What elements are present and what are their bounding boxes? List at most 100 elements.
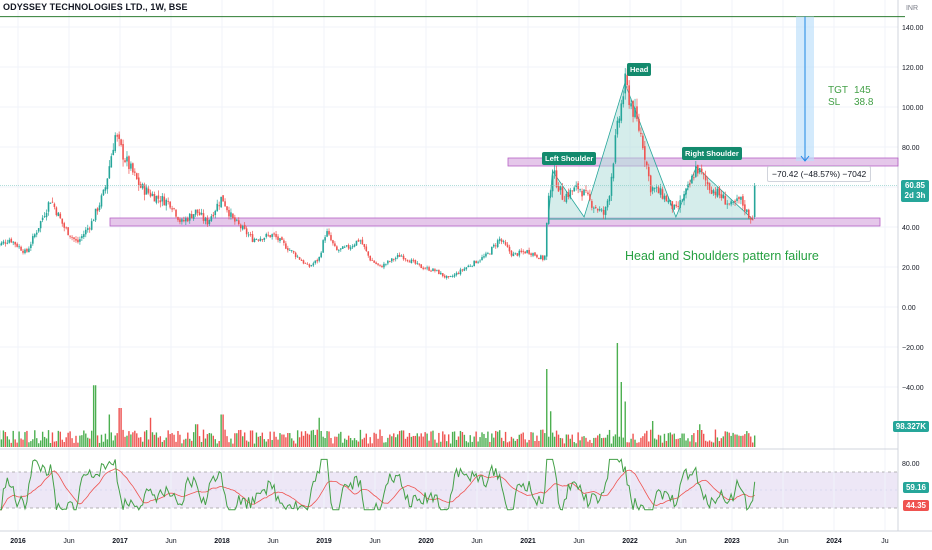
volume-bar bbox=[334, 436, 336, 447]
candle bbox=[232, 213, 234, 218]
volume-bar bbox=[69, 431, 71, 447]
volume-bar bbox=[606, 434, 609, 447]
candle bbox=[724, 195, 727, 205]
candle bbox=[10, 238, 13, 243]
candle bbox=[720, 194, 723, 199]
x-tick-label: 2021 bbox=[520, 538, 536, 545]
volume-bar bbox=[116, 433, 118, 447]
candle bbox=[583, 189, 585, 196]
candle bbox=[565, 193, 568, 203]
volume-bar bbox=[381, 435, 383, 447]
candle bbox=[485, 253, 487, 257]
volume-bar bbox=[557, 434, 560, 447]
candle bbox=[718, 187, 721, 196]
volume-bar bbox=[512, 438, 515, 447]
volume-bar bbox=[459, 430, 462, 447]
candle bbox=[747, 209, 750, 219]
volume-bar bbox=[55, 441, 58, 447]
candle bbox=[334, 243, 336, 246]
volume-bar bbox=[671, 434, 673, 447]
candle bbox=[502, 241, 505, 242]
volume-bar bbox=[646, 430, 648, 447]
volume-bar bbox=[153, 434, 156, 447]
candle bbox=[204, 218, 207, 222]
candle bbox=[596, 208, 599, 211]
volume-bar bbox=[657, 434, 660, 447]
volume-bar bbox=[616, 343, 619, 447]
sl-label: SL bbox=[828, 97, 841, 108]
candle bbox=[618, 118, 621, 123]
candle bbox=[587, 192, 589, 195]
volume-bar bbox=[173, 434, 175, 447]
candle bbox=[8, 239, 11, 243]
volume-bar bbox=[41, 431, 44, 447]
candle bbox=[543, 255, 546, 260]
volume-bar bbox=[449, 443, 452, 447]
volume-bar bbox=[296, 430, 299, 447]
candle bbox=[459, 269, 462, 275]
volume-bar bbox=[487, 431, 489, 447]
volume-bar bbox=[185, 438, 187, 447]
candle bbox=[392, 259, 395, 260]
candle bbox=[75, 239, 77, 241]
volume-bar bbox=[53, 441, 56, 447]
volume-bar bbox=[359, 429, 362, 447]
candle bbox=[22, 250, 24, 253]
candle bbox=[55, 207, 58, 216]
candle bbox=[510, 250, 513, 256]
volume-bar bbox=[546, 369, 548, 447]
candle bbox=[94, 208, 97, 221]
candle bbox=[649, 175, 652, 193]
candle bbox=[147, 188, 150, 193]
volume-bar bbox=[667, 433, 670, 447]
candle bbox=[685, 188, 687, 195]
candle bbox=[324, 237, 326, 241]
volume-bar bbox=[752, 442, 754, 447]
volume-bar bbox=[16, 442, 18, 447]
volume-bar bbox=[732, 432, 734, 447]
volume-bar bbox=[71, 438, 73, 447]
volume-bar bbox=[498, 430, 501, 447]
candle bbox=[390, 258, 393, 262]
candle bbox=[700, 168, 703, 172]
volume-bar bbox=[232, 443, 234, 447]
chart-title: ODYSSEY TECHNOLOGIES LTD., 1W, BSE bbox=[3, 2, 188, 12]
volume-bar bbox=[38, 443, 40, 447]
candle bbox=[185, 218, 187, 222]
candle bbox=[81, 236, 83, 239]
candle bbox=[116, 135, 118, 137]
candle bbox=[620, 103, 623, 121]
candle bbox=[626, 74, 628, 86]
volume-bar bbox=[520, 433, 522, 447]
candle bbox=[461, 269, 464, 271]
volume-bar bbox=[155, 432, 158, 447]
candle bbox=[553, 170, 556, 175]
volume-bar bbox=[63, 442, 65, 447]
chart-canvas[interactable]: 140.00120.00100.0080.0060.0040.0020.000.… bbox=[0, 0, 932, 550]
x-tick-label: 2018 bbox=[214, 538, 230, 545]
candle bbox=[159, 200, 162, 203]
candle bbox=[137, 177, 140, 186]
volume-bar bbox=[532, 432, 534, 447]
candle bbox=[365, 246, 368, 251]
volume-bar bbox=[281, 434, 283, 447]
volume-bar bbox=[61, 439, 63, 447]
candle bbox=[104, 187, 107, 191]
candle bbox=[51, 201, 54, 203]
volume-bar bbox=[85, 433, 87, 447]
candle bbox=[194, 209, 197, 215]
candle bbox=[230, 212, 232, 217]
candle bbox=[679, 200, 681, 208]
candle bbox=[498, 238, 501, 241]
candle bbox=[594, 206, 597, 208]
volume-bar bbox=[149, 417, 152, 447]
volume-bar bbox=[396, 434, 399, 447]
candle bbox=[445, 276, 448, 278]
rsi-tick-label: 80.00 bbox=[902, 461, 920, 468]
candle bbox=[343, 246, 346, 248]
last-price-tag: 60.85 2d 3h bbox=[901, 180, 929, 202]
volume-bar bbox=[147, 439, 150, 447]
candle bbox=[20, 246, 22, 251]
volume-value-tag: 98.327K bbox=[892, 421, 929, 432]
volume-bar bbox=[363, 437, 366, 447]
